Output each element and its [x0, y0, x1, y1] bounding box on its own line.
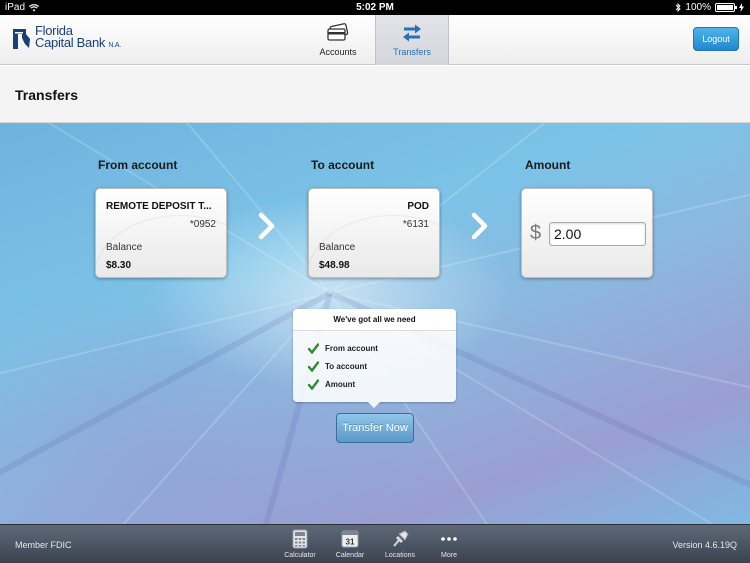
checkmark-icon [308, 379, 319, 390]
amount-label: Amount [525, 158, 571, 172]
currency-symbol: $ [530, 222, 542, 244]
checklist-item-label: Amount [325, 380, 356, 389]
to-balance-value: $48.98 [319, 260, 350, 271]
from-balance-label: Balance [106, 242, 143, 253]
checklist-title: We've got all we need [293, 309, 456, 331]
logo-suffix: N.A. [108, 42, 121, 49]
checkmark-icon [308, 361, 319, 372]
chevron-right-icon [471, 212, 488, 240]
requirements-checklist: We've got all we need From account To ac… [293, 309, 456, 408]
member-fdic-text: Member FDIC [15, 540, 72, 550]
status-bar: iPad 5:02 PM 100% [0, 0, 750, 15]
from-account-label: From account [98, 158, 178, 172]
calendar-badge: 31 [346, 538, 355, 547]
checklist-item: From account [308, 343, 378, 354]
tab-accounts-label: Accounts [319, 47, 357, 57]
toolbar-label-more: More [441, 552, 457, 559]
bottom-toolbar: Member FDIC Calculator 31 Calendar Locat… [0, 524, 750, 563]
tab-accounts[interactable]: Accounts [301, 15, 375, 65]
clock: 5:02 PM [356, 2, 394, 13]
amount-card: $ [521, 188, 653, 278]
checklist-item-label: From account [325, 344, 378, 353]
calendar-icon: 31 [341, 530, 359, 548]
checklist-item: To account [308, 361, 367, 372]
calculator-icon [292, 529, 308, 549]
tab-transfers[interactable]: Transfers [375, 15, 449, 65]
transfer-arrows-icon [403, 24, 421, 42]
app-header: Florida Capital Bank N.A. Accounts Trans… [0, 15, 750, 65]
from-account-card[interactable]: REMOTE DEPOSIT T... *0952 Balance $8.30 [95, 188, 227, 278]
from-account-number: *0952 [189, 219, 216, 230]
more-dots-icon [441, 537, 457, 541]
charging-icon [739, 3, 744, 12]
to-balance-label: Balance [319, 242, 356, 253]
transfer-now-button[interactable]: Transfer Now [336, 413, 414, 443]
title-bar: Transfers [0, 66, 750, 123]
bank-logo: Florida Capital Bank N.A. [12, 24, 121, 52]
page-title: Transfers [15, 87, 79, 103]
to-account-card[interactable]: POD *6131 Balance $48.98 [308, 188, 440, 278]
app-version: Version 4.6.19Q [672, 540, 737, 550]
toolbar-item-more[interactable]: More [424, 529, 474, 559]
toolbar-item-locations[interactable]: Locations [375, 529, 425, 559]
toolbar-label-calculator: Calculator [284, 552, 316, 559]
pin-icon [393, 530, 409, 547]
amount-input[interactable] [549, 222, 646, 246]
to-account-label: To account [311, 158, 375, 172]
to-account-number: *6131 [402, 219, 429, 230]
toolbar-item-calculator[interactable]: Calculator [275, 529, 325, 559]
to-account-name: POD [407, 201, 429, 212]
logo-line-2: Capital Bank [35, 35, 106, 50]
from-account-name: REMOTE DEPOSIT T... [106, 201, 212, 212]
toolbar-label-locations: Locations [385, 552, 415, 559]
checklist-item: Amount [308, 379, 355, 390]
chevron-right-icon [258, 212, 275, 240]
florida-logo-icon [13, 28, 30, 49]
logout-button[interactable]: Logout [693, 27, 739, 51]
bluetooth-icon [676, 3, 682, 12]
from-balance-value: $8.30 [106, 260, 132, 271]
battery-percent: 100% [685, 2, 711, 13]
toolbar-label-calendar: Calendar [335, 552, 365, 559]
cards-icon [327, 23, 349, 41]
transfer-panel: From account To account Amount REMOTE DE… [0, 123, 750, 524]
tab-transfers-label: Transfers [393, 47, 431, 57]
checklist-item-label: To account [325, 362, 368, 371]
checkmark-icon [308, 343, 319, 354]
battery-icon [715, 3, 737, 12]
toolbar-item-calendar[interactable]: 31 Calendar [325, 529, 375, 559]
